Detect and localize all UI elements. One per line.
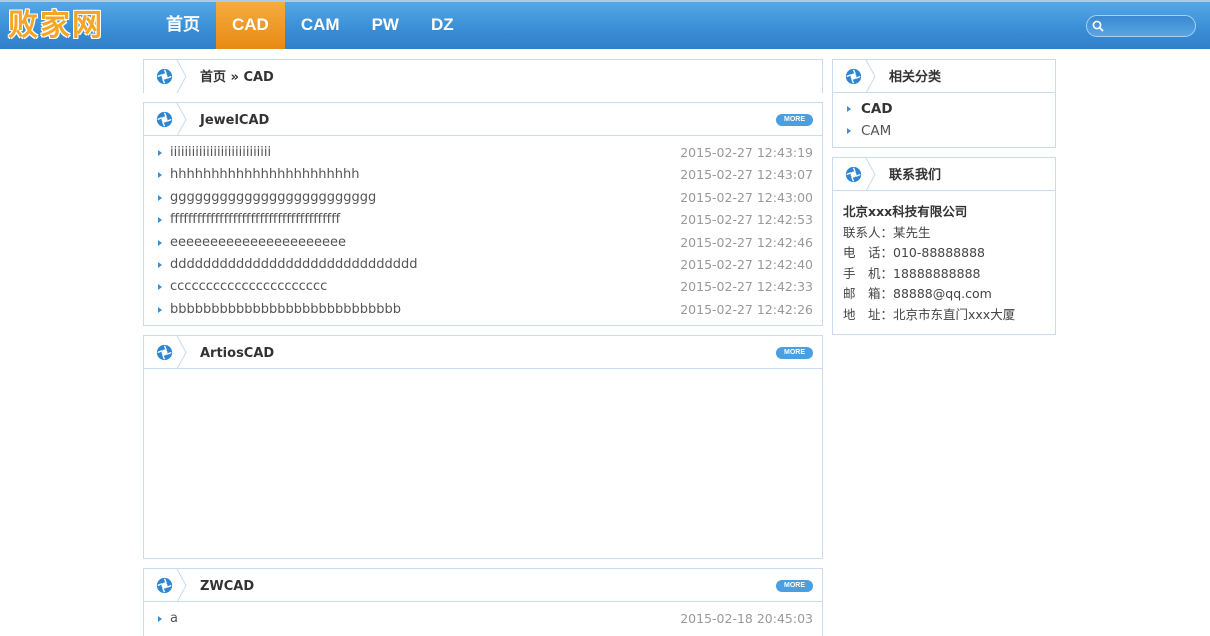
- divider-chevron: [176, 103, 187, 136]
- article-date: 2015-02-27 12:43:00: [680, 189, 813, 205]
- article-date: 2015-02-27 12:42:40: [680, 256, 813, 272]
- nav-item-pw[interactable]: PW: [356, 2, 415, 49]
- search-icon: [1092, 20, 1104, 32]
- category-label[interactable]: CAD: [861, 101, 893, 117]
- aperture-icon: [156, 577, 173, 594]
- article-date: 2015-02-27 12:42:33: [680, 279, 813, 295]
- main-nav: 首页 CAD CAM PW DZ: [150, 2, 470, 49]
- company-name: 北京xxx科技有限公司: [843, 204, 968, 219]
- top-navigation-bar: 败家网 首页 CAD CAM PW DZ: [0, 0, 1210, 49]
- triangle-bullet-icon: [847, 128, 851, 134]
- article-title[interactable]: ffffffffffffffffffffffffffffffffffffff: [170, 212, 340, 227]
- nav-item-dz[interactable]: DZ: [415, 2, 470, 49]
- nav-item-home[interactable]: 首页: [150, 2, 216, 49]
- article-date: 2015-02-27 12:43:07: [680, 167, 813, 183]
- list-item[interactable]: bbbbbbbbbbbbbbbbbbbbbbbbbbbb 2015-02-27 1…: [144, 299, 822, 321]
- triangle-bullet-icon: [158, 194, 162, 201]
- section-title: ArtiosCAD: [200, 346, 275, 361]
- triangle-bullet-icon: [158, 284, 162, 291]
- aperture-icon: [845, 166, 862, 183]
- aperture-icon: [845, 68, 862, 85]
- more-button[interactable]: MORE: [776, 580, 813, 592]
- category-item-cad[interactable]: CAD: [833, 98, 1055, 120]
- contact-person: 联系人：某先生: [843, 224, 931, 240]
- triangle-bullet-icon: [158, 261, 162, 268]
- breadcrumb-text[interactable]: 首页 » CAD: [200, 60, 274, 96]
- section-title: ZWCAD: [200, 579, 255, 594]
- category-label[interactable]: CAM: [861, 123, 891, 139]
- triangle-bullet-icon: [158, 616, 162, 622]
- article-title[interactable]: cccccccccccccccccccccc: [170, 279, 327, 294]
- section-panel-zwcad: ZWCAD MORE a 2015-02-18 20:45:03: [143, 568, 823, 636]
- divider-chevron: [865, 60, 876, 93]
- article-title[interactable]: bbbbbbbbbbbbbbbbbbbbbbbbbbbb: [170, 302, 401, 317]
- article-list: a 2015-02-18 20:45:03: [144, 602, 822, 630]
- breadcrumb: 首页 » CAD: [143, 59, 823, 93]
- sidebar-title: 相关分类: [889, 70, 942, 85]
- list-item[interactable]: iiiiiiiiiiiiiiiiiiiiiiiiiiii 2015-02-27 1…: [144, 142, 822, 164]
- divider-chevron: [176, 60, 187, 93]
- article-title[interactable]: ggggggggggggggggggggggggg: [170, 190, 376, 205]
- article-date: 2015-02-18 20:45:03: [680, 611, 813, 626]
- article-title[interactable]: hhhhhhhhhhhhhhhhhhhhhhh: [170, 167, 360, 182]
- article-date: 2015-02-27 12:42:46: [680, 234, 813, 250]
- article-title[interactable]: a: [170, 611, 178, 626]
- contact-panel: 联系我们 北京xxx科技有限公司 联系人：某先生 电 话：010-8888888…: [832, 157, 1056, 335]
- triangle-bullet-icon: [158, 239, 162, 246]
- aperture-icon: [156, 111, 173, 128]
- triangle-bullet-icon: [158, 306, 162, 313]
- section-panel-jewelcad: JewelCAD MORE iiiiiiiiiiiiiiiiiiiiiiiiii…: [143, 102, 823, 326]
- section-panel-artioscad: ArtiosCAD MORE: [143, 335, 823, 559]
- triangle-bullet-icon: [158, 217, 162, 224]
- list-item[interactable]: cccccccccccccccccccccc 2015-02-27 12:42:3…: [144, 276, 822, 298]
- nav-item-cam[interactable]: CAM: [285, 2, 356, 49]
- related-categories-panel: 相关分类 CAD CAM: [832, 59, 1056, 148]
- article-title[interactable]: eeeeeeeeeeeeeeeeeeeeee: [170, 235, 346, 250]
- nav-item-cad[interactable]: CAD: [216, 2, 285, 49]
- triangle-bullet-icon: [158, 150, 162, 156]
- contact-mobile: 手 机：18888888888: [843, 265, 981, 281]
- divider-chevron: [865, 158, 876, 191]
- contact-email: 邮 箱：88888@qq.com: [843, 286, 992, 301]
- article-list: iiiiiiiiiiiiiiiiiiiiiiiiiiii 2015-02-27 1…: [144, 136, 822, 321]
- contact-address: 地 址：北京市东直门xxx大厦: [843, 306, 1016, 322]
- divider-chevron: [176, 569, 187, 602]
- contact-phone: 电 话：010-88888888: [843, 245, 985, 260]
- article-date: 2015-02-27 12:43:19: [680, 145, 813, 160]
- article-date: 2015-02-27 12:42:53: [680, 212, 813, 228]
- article-date: 2015-02-27 12:42:26: [680, 301, 813, 317]
- section-title: JewelCAD: [200, 113, 270, 128]
- divider-chevron: [176, 336, 187, 369]
- contact-info: 北京xxx科技有限公司 联系人：某先生 电 话：010-88888888 手 机…: [833, 191, 1055, 325]
- triangle-bullet-icon: [847, 106, 851, 112]
- more-button[interactable]: MORE: [776, 114, 813, 126]
- triangle-bullet-icon: [158, 172, 162, 179]
- list-item[interactable]: a 2015-02-18 20:45:03: [144, 608, 822, 630]
- list-item[interactable]: ggggggggggggggggggggggggg 2015-02-27 12:4…: [144, 187, 822, 209]
- list-item[interactable]: eeeeeeeeeeeeeeeeeeeeee 2015-02-27 12:42:4…: [144, 232, 822, 254]
- list-item[interactable]: dddddddddddddddddddddddddddddd 2015-02-27…: [144, 254, 822, 276]
- aperture-icon: [156, 344, 173, 361]
- aperture-icon: [156, 68, 173, 85]
- category-list: CAD CAM: [833, 93, 1055, 142]
- list-item[interactable]: hhhhhhhhhhhhhhhhhhhhhhh 2015-02-27 12:43:…: [144, 164, 822, 186]
- site-logo[interactable]: 败家网: [8, 4, 104, 48]
- category-item-cam[interactable]: CAM: [833, 120, 1055, 142]
- search-input[interactable]: [1086, 15, 1196, 37]
- more-button[interactable]: MORE: [776, 347, 813, 359]
- article-title[interactable]: iiiiiiiiiiiiiiiiiiiiiiiiiiii: [170, 145, 271, 160]
- list-item[interactable]: ffffffffffffffffffffffffffffffffffffff 20…: [144, 209, 822, 231]
- sidebar-title: 联系我们: [889, 168, 942, 183]
- article-title[interactable]: dddddddddddddddddddddddddddddd: [170, 257, 418, 272]
